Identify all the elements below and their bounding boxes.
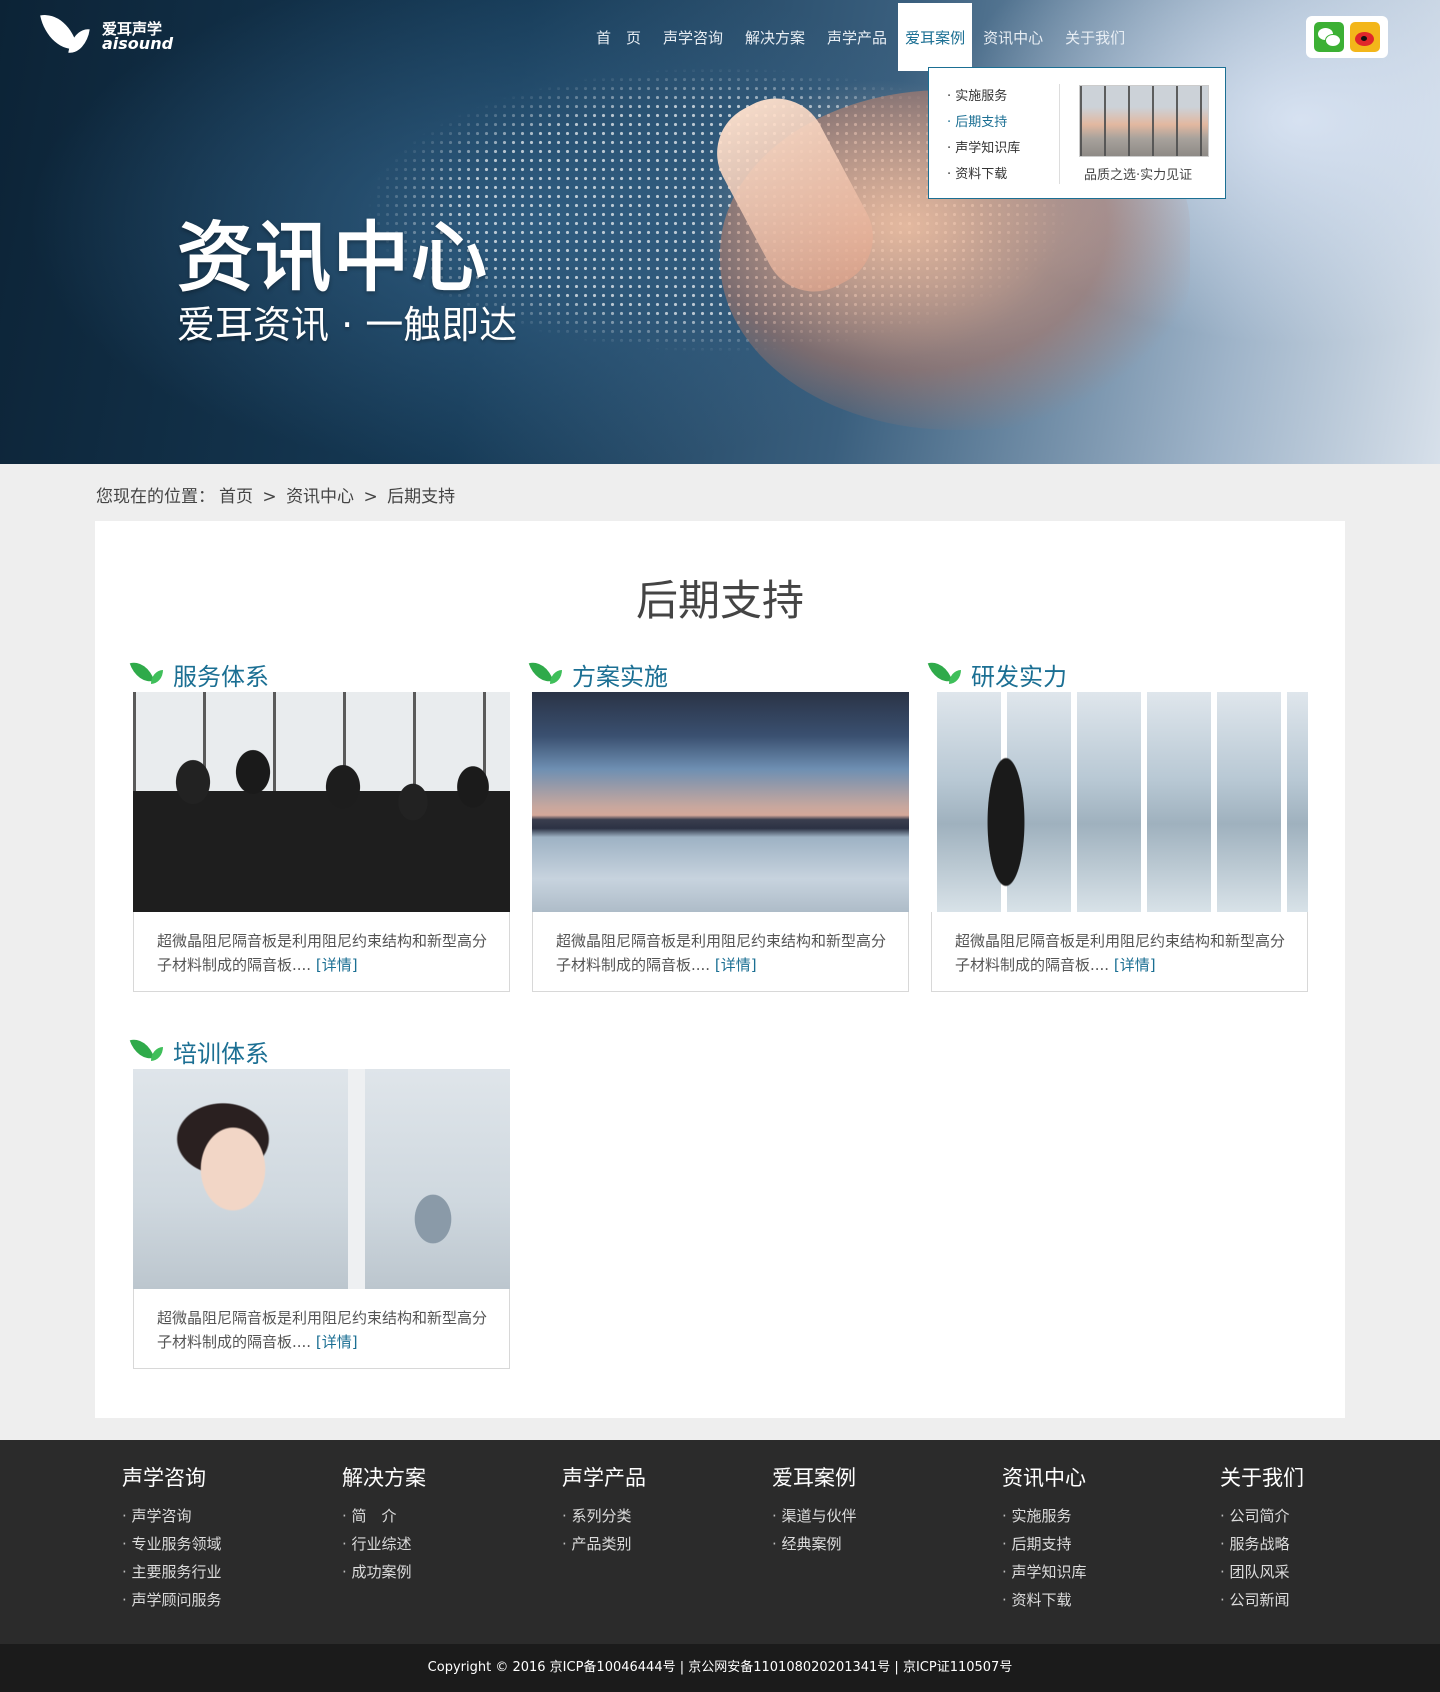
- footer-link[interactable]: 公司简介: [1220, 1502, 1304, 1530]
- card-details-link[interactable]: [详情]: [316, 956, 358, 974]
- site-logo[interactable]: 爱耳声学 aisound: [40, 8, 182, 56]
- footer-heading[interactable]: 资讯中心: [1002, 1462, 1087, 1492]
- card-training-system: 培训体系 超微晶阻尼隔音板是利用阻尼约束结构和新型高分子材料制成的隔音板....…: [129, 1031, 510, 1369]
- footer-col-solutions: 解决方案 简 介 行业综述 成功案例: [342, 1462, 426, 1586]
- copyright-bar: Copyright © 2016 京ICP备10046444号 | 京公网安备1…: [0, 1644, 1440, 1692]
- footer-link[interactable]: 系列分类: [562, 1502, 646, 1530]
- card-title[interactable]: 培训体系: [173, 1034, 269, 1069]
- footer-heading[interactable]: 关于我们: [1220, 1462, 1304, 1492]
- page-title: 后期支持: [635, 576, 804, 625]
- card-header: 服务体系: [129, 654, 510, 692]
- dropdown-list: · 实施服务 · 后期支持 · 声学知识库 · 资料下载: [947, 84, 1020, 188]
- footer-heading[interactable]: 解决方案: [342, 1462, 426, 1492]
- nav-item-home[interactable]: 首 页: [585, 0, 652, 76]
- logo-leaf-small-icon: [68, 26, 90, 56]
- card-title[interactable]: 研发实力: [971, 657, 1067, 692]
- footer-link[interactable]: 资料下载: [1002, 1586, 1087, 1614]
- breadcrumb-news[interactable]: 资讯中心: [286, 487, 354, 507]
- breadcrumb-separator: >: [363, 487, 378, 507]
- nav-item-news[interactable]: 资讯中心: [972, 0, 1054, 76]
- card-image[interactable]: [133, 1069, 510, 1289]
- card-image[interactable]: [133, 692, 510, 912]
- card-service-system: 服务体系 超微晶阻尼隔音板是利用阻尼约束结构和新型高分子材料制成的隔音板....…: [129, 654, 510, 992]
- footer-heading[interactable]: 爱耳案例: [772, 1462, 857, 1492]
- nav-dropdown-menu: · 实施服务 · 后期支持 · 声学知识库 · 资料下载 品质之选·实力见证: [928, 67, 1226, 199]
- card-description: 超微晶阻尼隔音板是利用阻尼约束结构和新型高分子材料制成的隔音板.... [详情]: [931, 912, 1308, 992]
- footer-link[interactable]: 公司新闻: [1220, 1586, 1304, 1614]
- card-header: 培训体系: [129, 1031, 510, 1069]
- footer-col-cases: 爱耳案例 渠道与伙伴 经典案例: [772, 1462, 857, 1558]
- footer-link[interactable]: 实施服务: [1002, 1502, 1087, 1530]
- footer-link[interactable]: 成功案例: [342, 1558, 426, 1586]
- card-header: 方案实施: [528, 654, 909, 692]
- nav-item-solutions[interactable]: 解决方案: [734, 0, 816, 76]
- footer-link[interactable]: 产品类别: [562, 1530, 646, 1558]
- card-header: 研发实力: [927, 654, 1308, 692]
- card-title[interactable]: 方案实施: [572, 657, 668, 692]
- footer-link[interactable]: 专业服务领域: [122, 1530, 222, 1558]
- nav-item-about[interactable]: 关于我们: [1054, 0, 1136, 76]
- footer-link[interactable]: 声学咨询: [122, 1502, 222, 1530]
- card-description: 超微晶阻尼隔音板是利用阻尼约束结构和新型高分子材料制成的隔音板.... [详情]: [532, 912, 909, 992]
- weibo-icon[interactable]: [1350, 22, 1380, 52]
- nav-item-cases[interactable]: 爱耳案例: [898, 3, 973, 71]
- breadcrumb: 您现在的位置： 首页 > 资讯中心 > 后期支持: [96, 482, 459, 507]
- nav-item-consulting[interactable]: 声学咨询: [652, 0, 734, 76]
- footer-link[interactable]: 团队风采: [1220, 1558, 1304, 1586]
- leaf-icon: [927, 657, 965, 687]
- card-rd-strength: 研发实力 超微晶阻尼隔音板是利用阻尼约束结构和新型高分子材料制成的隔音板....…: [927, 654, 1308, 992]
- logo-text-en: aisound: [102, 34, 174, 53]
- card-description: 超微晶阻尼隔音板是利用阻尼约束结构和新型高分子材料制成的隔音板.... [详情]: [133, 912, 510, 992]
- footer-col-products: 声学产品 系列分类 产品类别: [562, 1462, 646, 1558]
- main-content: 后期支持 服务体系 超微晶阻尼隔音板是利用阻尼约束结构和新型高分子材料制成的隔音…: [95, 521, 1345, 1418]
- footer: 声学咨询 声学咨询 专业服务领域 主要服务行业 声学顾问服务 解决方案 简 介 …: [0, 1440, 1440, 1644]
- card-description: 超微晶阻尼隔音板是利用阻尼约束结构和新型高分子材料制成的隔音板.... [详情]: [133, 1289, 510, 1369]
- dropdown-thumbnail[interactable]: [1079, 85, 1209, 157]
- card-details-link[interactable]: [详情]: [715, 956, 757, 974]
- dropdown-item-knowledge[interactable]: · 声学知识库: [947, 136, 1020, 162]
- footer-link[interactable]: 声学知识库: [1002, 1558, 1087, 1586]
- leaf-icon: [129, 1034, 167, 1064]
- dropdown-item-support[interactable]: · 后期支持: [947, 110, 1020, 136]
- breadcrumb-prefix: 您现在的位置：: [96, 487, 215, 507]
- breadcrumb-home[interactable]: 首页: [219, 487, 253, 507]
- footer-link[interactable]: 经典案例: [772, 1530, 857, 1558]
- card-details-link[interactable]: [详情]: [1114, 956, 1156, 974]
- dropdown-divider: [1059, 84, 1060, 184]
- leaf-icon: [528, 657, 566, 687]
- footer-link[interactable]: 渠道与伙伴: [772, 1502, 857, 1530]
- footer-link[interactable]: 声学顾问服务: [122, 1586, 222, 1614]
- footer-link[interactable]: 简 介: [342, 1502, 426, 1530]
- footer-col-consulting: 声学咨询 声学咨询 专业服务领域 主要服务行业 声学顾问服务: [122, 1462, 222, 1614]
- footer-heading[interactable]: 声学咨询: [122, 1462, 222, 1492]
- card-solution-implementation: 方案实施 超微晶阻尼隔音板是利用阻尼约束结构和新型高分子材料制成的隔音板....…: [528, 654, 909, 992]
- card-details-link[interactable]: [详情]: [316, 1333, 358, 1351]
- leaf-icon: [129, 657, 167, 687]
- card-title[interactable]: 服务体系: [173, 657, 269, 692]
- nav-item-products[interactable]: 声学产品: [816, 0, 898, 76]
- hero-title: 资讯中心: [177, 213, 489, 302]
- dropdown-item-implementation[interactable]: · 实施服务: [947, 84, 1020, 110]
- dropdown-item-downloads[interactable]: · 资料下载: [947, 162, 1020, 188]
- footer-link[interactable]: 行业综述: [342, 1530, 426, 1558]
- footer-link[interactable]: 后期支持: [1002, 1530, 1087, 1558]
- footer-link[interactable]: 服务战略: [1220, 1530, 1304, 1558]
- breadcrumb-separator: >: [262, 487, 277, 507]
- footer-heading[interactable]: 声学产品: [562, 1462, 646, 1492]
- footer-col-news: 资讯中心 实施服务 后期支持 声学知识库 资料下载: [1002, 1462, 1087, 1614]
- footer-link[interactable]: 主要服务行业: [122, 1558, 222, 1586]
- card-image[interactable]: [931, 692, 1308, 912]
- footer-col-about: 关于我们 公司简介 服务战略 团队风采 公司新闻: [1220, 1462, 1304, 1614]
- social-links: [1306, 16, 1388, 58]
- card-image[interactable]: [532, 692, 909, 912]
- dropdown-caption: 品质之选·实力见证: [1084, 168, 1193, 183]
- hero-subtitle: 爱耳资讯 · 一触即达: [177, 303, 518, 347]
- breadcrumb-current: 后期支持: [387, 487, 456, 507]
- main-nav: 首 页 声学咨询 解决方案 声学产品 爱耳案例 资讯中心 关于我们: [585, 0, 1136, 76]
- wechat-icon[interactable]: [1314, 22, 1344, 52]
